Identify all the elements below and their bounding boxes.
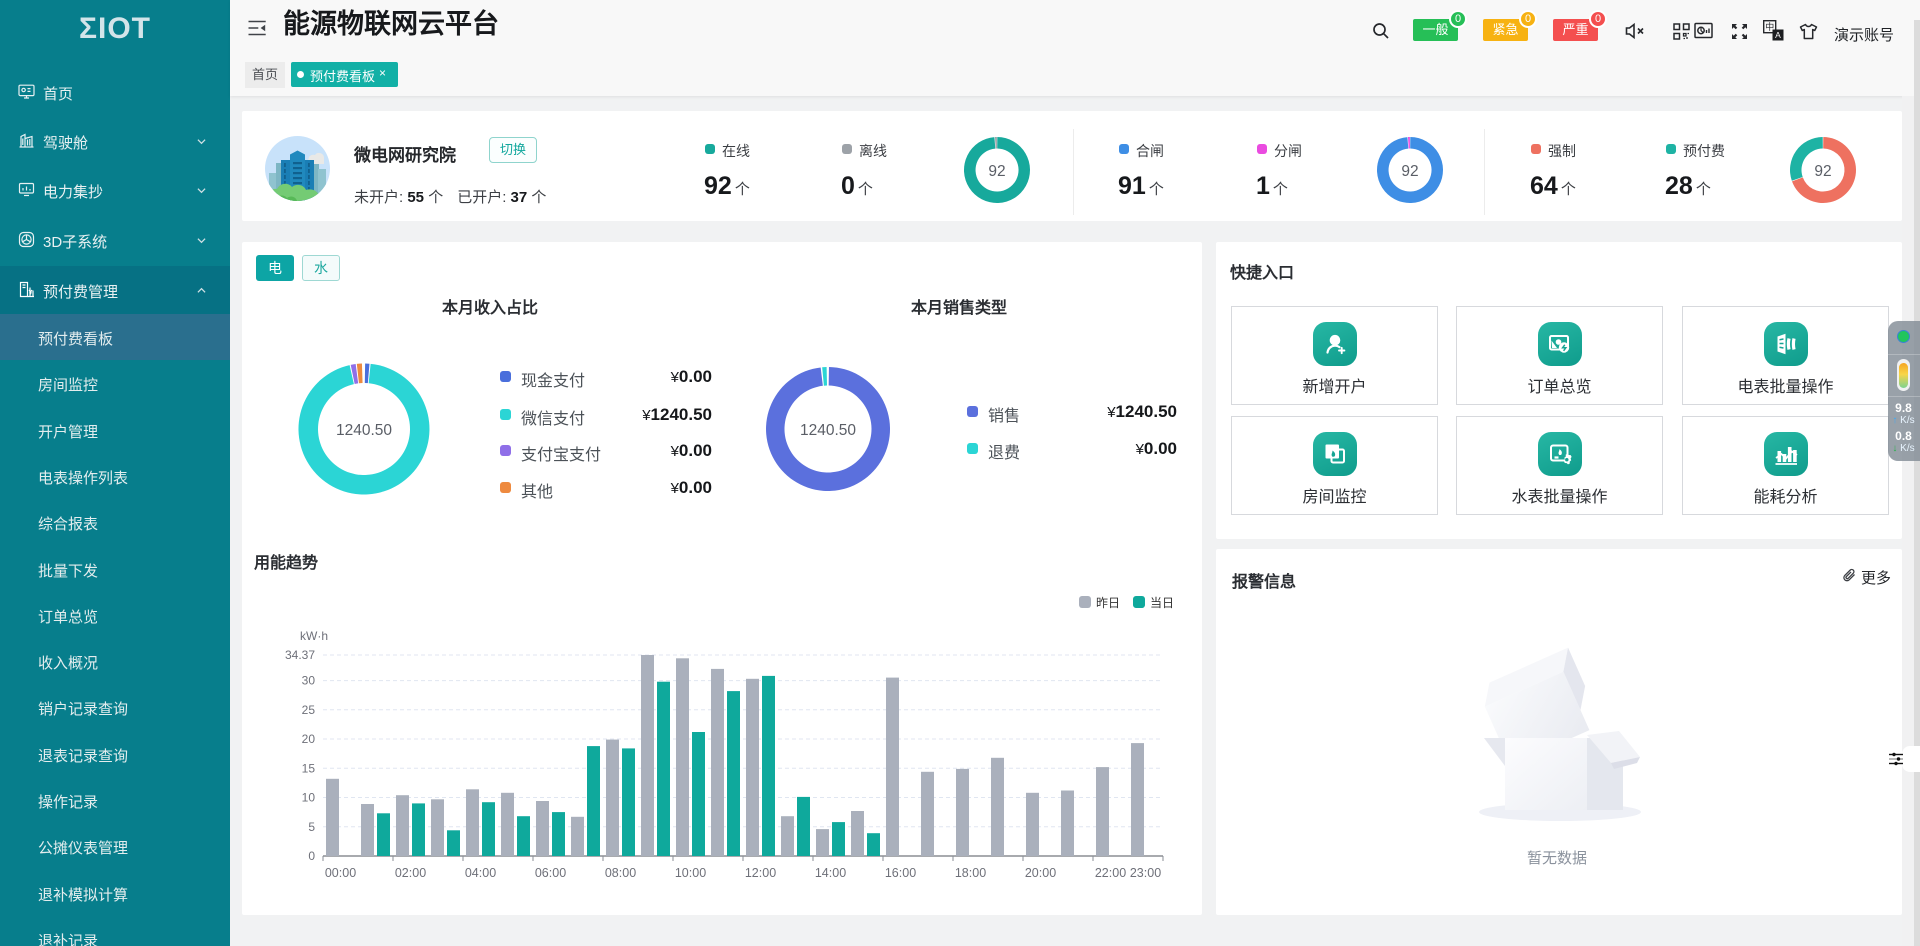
- svg-text:02:00: 02:00: [395, 866, 426, 880]
- svg-text:10:00: 10:00: [675, 866, 706, 880]
- svg-text:25: 25: [302, 703, 316, 717]
- svg-text:18:00: 18:00: [955, 866, 986, 880]
- svg-text:16:00: 16:00: [885, 866, 916, 880]
- svg-text:08:00: 08:00: [605, 866, 636, 880]
- svg-text:1240.50: 1240.50: [800, 422, 856, 439]
- svg-text:06:00: 06:00: [535, 866, 566, 880]
- svg-text:15: 15: [302, 761, 316, 775]
- svg-text:30: 30: [302, 674, 316, 688]
- svg-text:23:00: 23:00: [1130, 866, 1161, 880]
- svg-text:00:00: 00:00: [325, 866, 356, 880]
- svg-text:1240.50: 1240.50: [336, 422, 392, 439]
- svg-text:04:00: 04:00: [465, 866, 496, 880]
- svg-text:10: 10: [302, 791, 316, 805]
- svg-text:22:00: 22:00: [1095, 866, 1126, 880]
- svg-text:0: 0: [308, 849, 315, 863]
- svg-text:A: A: [1775, 30, 1781, 40]
- svg-text:20:00: 20:00: [1025, 866, 1056, 880]
- svg-text:20: 20: [302, 732, 316, 746]
- svg-text:14:00: 14:00: [815, 866, 846, 880]
- svg-text:92: 92: [1401, 163, 1418, 180]
- svg-text:92: 92: [988, 163, 1005, 180]
- svg-text:34.37: 34.37: [285, 648, 315, 662]
- svg-text:5: 5: [308, 820, 315, 834]
- svg-text:kW·h: kW·h: [300, 629, 328, 643]
- svg-text:92: 92: [1814, 163, 1831, 180]
- svg-text:12:00: 12:00: [745, 866, 776, 880]
